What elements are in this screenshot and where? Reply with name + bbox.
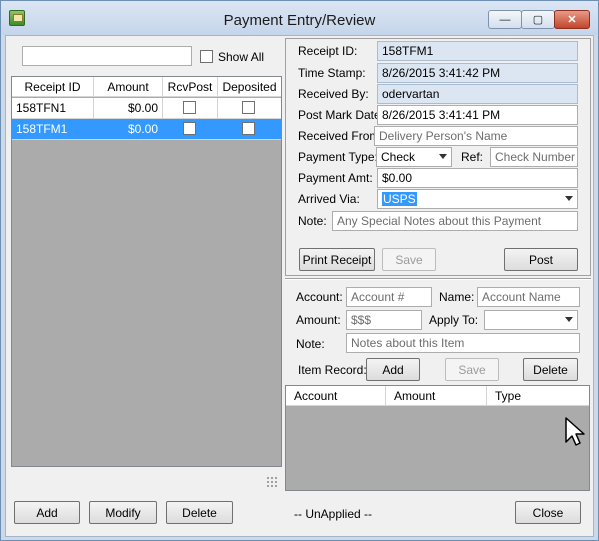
arrived-via-value: USPS — [382, 192, 417, 206]
arrived-via-select[interactable]: USPS — [377, 189, 578, 209]
account-name-input[interactable]: Account Name — [477, 287, 580, 307]
add-button[interactable]: Add — [14, 501, 80, 524]
modify-button[interactable]: Modify — [89, 501, 157, 524]
rcvpost-checkbox[interactable] — [183, 122, 196, 135]
item-amount-placeholder: $$$ — [351, 313, 372, 327]
maximize-button[interactable]: ▢ — [521, 10, 555, 29]
column-header-rcvpost[interactable]: RcvPost — [163, 77, 218, 97]
minimize-button[interactable]: — — [488, 10, 522, 29]
cell-receipt-id: 158TFM1 — [12, 119, 94, 139]
close-window-button[interactable]: ✕ — [554, 10, 590, 29]
column-header-account[interactable]: Account — [286, 386, 386, 406]
column-header-amount[interactable]: Amount — [94, 77, 163, 97]
delete-item-button[interactable]: Delete — [523, 358, 578, 381]
amount-label: Amount: — [296, 313, 341, 327]
close-button[interactable]: Close — [515, 501, 581, 524]
name-label: Name: — [439, 290, 475, 304]
table-row[interactable]: 158TFM1 $0.00 — [12, 119, 281, 140]
status-text: -- UnApplied -- — [294, 507, 373, 521]
post-mark-date-field[interactable]: 8/26/2015 3:41:41 PM — [377, 105, 578, 125]
item-amount-input[interactable]: $$$ — [346, 310, 422, 330]
cell-receipt-id: 158TFN1 — [12, 98, 94, 118]
cell-amount: $0.00 — [94, 98, 163, 118]
cell-deposited — [218, 98, 281, 118]
cell-amount: $0.00 — [94, 119, 163, 139]
received-by-field: odervartan — [377, 84, 578, 104]
timestamp-label: Time Stamp: — [298, 66, 366, 80]
receipts-grid[interactable]: Receipt ID Amount RcvPost Deposited 158T… — [11, 76, 282, 467]
payment-entry-window: Payment Entry/Review — ▢ ✕ Show All Rece… — [0, 0, 599, 541]
save-receipt-button[interactable]: Save — [382, 248, 436, 271]
chevron-down-icon — [439, 154, 447, 159]
timestamp-field: 8/26/2015 3:41:42 PM — [377, 63, 578, 83]
item-record-label: Item Record: — [298, 363, 367, 377]
receipt-id-field: 158TFM1 — [377, 41, 578, 61]
column-header-type[interactable]: Type — [487, 386, 589, 406]
save-item-button[interactable]: Save — [445, 358, 499, 381]
mouse-cursor-icon — [565, 417, 585, 446]
received-by-label: Received By: — [298, 87, 369, 101]
item-note-placeholder: Notes about this Item — [351, 336, 465, 350]
post-mark-date-label: Post Mark Date: — [298, 108, 385, 122]
chevron-down-icon — [565, 196, 573, 201]
item-note-input[interactable]: Notes about this Item — [346, 333, 580, 353]
received-from-label: Received From: — [298, 129, 383, 143]
deposited-checkbox[interactable] — [242, 101, 255, 114]
item-records-grid-header: Account Amount Type — [286, 386, 589, 406]
divider — [285, 278, 591, 280]
payment-amount-input[interactable]: $0.00 — [377, 168, 578, 188]
receipts-grid-header: Receipt ID Amount RcvPost Deposited — [12, 77, 281, 97]
column-header-amount[interactable]: Amount — [386, 386, 487, 406]
cell-rcvpost — [163, 119, 218, 139]
account-label: Account: — [296, 290, 343, 304]
cell-deposited — [218, 119, 281, 139]
payment-note-input[interactable]: Any Special Notes about this Payment — [332, 211, 578, 231]
item-note-label: Note: — [296, 337, 325, 351]
received-from-placeholder: Delivery Person's Name — [379, 129, 508, 143]
ref-label: Ref: — [461, 150, 484, 164]
resize-grip-icon[interactable] — [266, 476, 278, 488]
ref-placeholder: Check Number — [495, 150, 576, 164]
column-header-deposited[interactable]: Deposited — [218, 77, 281, 97]
apply-to-select[interactable] — [484, 310, 578, 330]
receipt-id-label: Receipt ID: — [298, 44, 358, 58]
payment-type-select[interactable]: Check — [376, 147, 452, 167]
deposited-checkbox[interactable] — [242, 122, 255, 135]
column-header-receipt-id[interactable]: Receipt ID — [12, 77, 94, 97]
arrived-via-label: Arrived Via: — [298, 192, 360, 206]
show-all-label: Show All — [218, 50, 265, 64]
rcvpost-checkbox[interactable] — [183, 101, 196, 114]
item-records-grid[interactable]: Account Amount Type — [285, 385, 590, 491]
table-row[interactable]: 158TFN1 $0.00 — [12, 98, 281, 119]
payment-amount-label: Payment Amt: — [298, 171, 373, 185]
chevron-down-icon — [565, 317, 573, 322]
received-from-input[interactable]: Delivery Person's Name — [374, 126, 578, 146]
ref-input[interactable]: Check Number — [490, 147, 578, 167]
note-label: Note: — [298, 214, 327, 228]
post-button[interactable]: Post — [504, 248, 578, 271]
print-receipt-button[interactable]: Print Receipt — [299, 248, 375, 271]
account-name-placeholder: Account Name — [482, 290, 561, 304]
payment-type-label: Payment Type: — [298, 150, 378, 164]
title-bar[interactable]: Payment Entry/Review — ▢ ✕ — [1, 1, 598, 35]
cell-rcvpost — [163, 98, 218, 118]
account-input[interactable]: Account # — [346, 287, 432, 307]
account-placeholder: Account # — [351, 290, 405, 304]
search-input[interactable] — [22, 46, 192, 66]
show-all-checkbox[interactable] — [200, 50, 213, 63]
payment-type-value: Check — [381, 150, 416, 164]
delete-button[interactable]: Delete — [166, 501, 233, 524]
add-item-button[interactable]: Add — [366, 358, 420, 381]
client-area: Show All Receipt ID Amount RcvPost Depos… — [5, 35, 594, 537]
apply-to-label: Apply To: — [429, 313, 479, 327]
payment-note-placeholder: Any Special Notes about this Payment — [337, 214, 542, 228]
